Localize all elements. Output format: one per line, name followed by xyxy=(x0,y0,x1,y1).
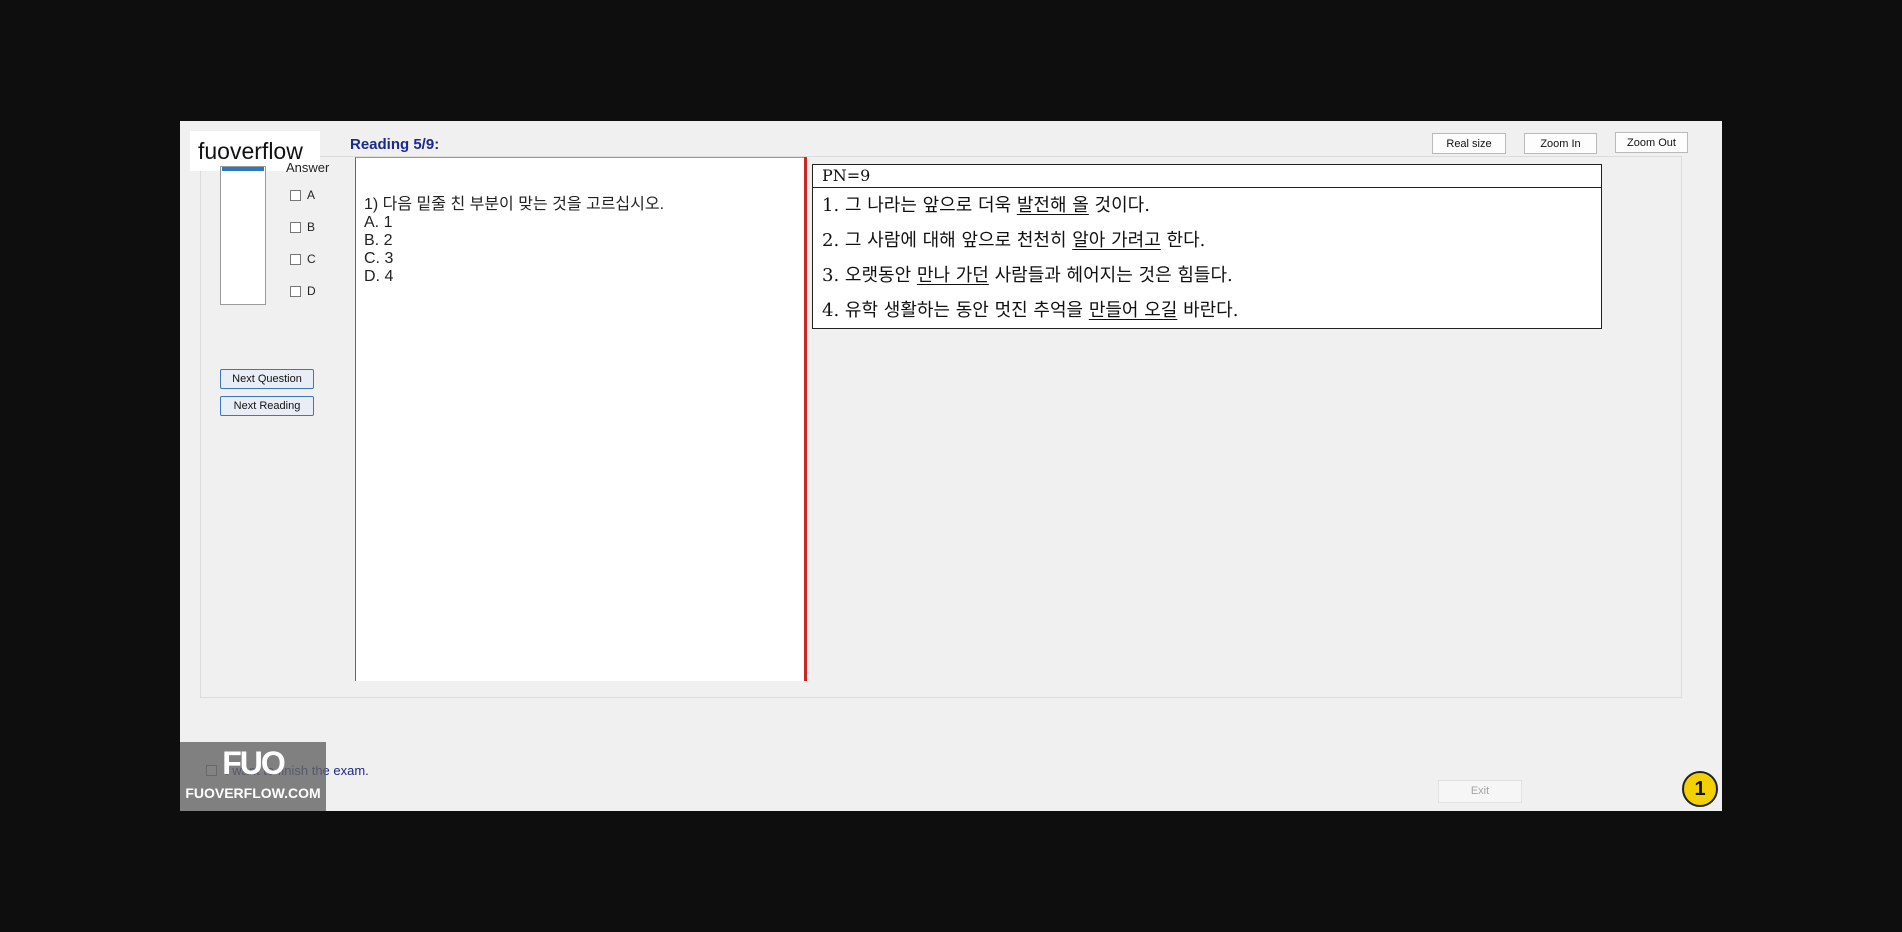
answer-listbox[interactable] xyxy=(220,166,266,305)
step-badge: 1 xyxy=(1682,771,1718,807)
line-text: 사람들과 헤어지는 것은 힘들다. xyxy=(988,265,1233,286)
line-number: 4. xyxy=(822,300,840,321)
passage-line: 1. 그 나라는 앞으로 더욱 발전해 올 것이다. xyxy=(813,188,1601,223)
option-d-label: D xyxy=(307,284,316,298)
option-c-label: C xyxy=(307,252,316,266)
watermark-logo: FUO FUOVERFLOW.COM xyxy=(180,742,326,811)
option-a-checkbox[interactable] xyxy=(290,189,301,201)
next-reading-button[interactable]: Next Reading xyxy=(220,396,314,416)
choice-a: A. 1 xyxy=(364,214,393,231)
reading-title: Reading 5/9: xyxy=(350,136,440,153)
line-number: 3. xyxy=(822,265,840,286)
passage-box: PN=9 1. 그 나라는 앞으로 더욱 발전해 올 것이다. 2. 그 사람에… xyxy=(812,164,1602,329)
option-a[interactable]: A xyxy=(290,188,315,202)
choice-c: C. 3 xyxy=(364,250,394,267)
line-text: 한다. xyxy=(1160,230,1206,251)
option-b-checkbox[interactable] xyxy=(290,221,301,233)
line-number: 2. xyxy=(822,230,840,251)
line-text: 것이다. xyxy=(1088,195,1150,216)
question-stem: 1) 다음 밑줄 친 부분이 맞는 것을 고르십시오. xyxy=(364,196,665,213)
question-text: 1) 다음 밑줄 친 부분이 맞는 것을 고르십시오. A. 1 B. 2 C.… xyxy=(364,196,664,286)
passage-line: 3. 오랫동안 만나 가던 사람들과 헤어지는 것은 힘들다. xyxy=(813,258,1601,293)
passage-line: 2. 그 사람에 대해 앞으로 천천히 알아 가려고 한다. xyxy=(813,223,1601,258)
line-text: 바란다. xyxy=(1177,300,1239,321)
underlined-phrase: 만들어 오길 xyxy=(1088,300,1178,321)
choice-b: B. 2 xyxy=(364,232,393,249)
option-d[interactable]: D xyxy=(290,284,316,298)
watermark-logo-bottom: FUOVERFLOW.COM xyxy=(185,785,321,801)
underlined-phrase: 발전해 올 xyxy=(1016,195,1089,216)
line-text: 유학 생활하는 동안 멋진 추억을 xyxy=(844,300,1089,321)
real-size-button[interactable]: Real size xyxy=(1432,133,1506,154)
option-b-label: B xyxy=(307,220,316,234)
underlined-phrase: 알아 가려고 xyxy=(1072,230,1161,251)
line-number: 1. xyxy=(822,195,840,216)
exam-window: fuoverflow Answer A B C D Next Question … xyxy=(180,121,1722,811)
exit-button[interactable]: Exit xyxy=(1438,780,1522,803)
line-text: 그 나라는 앞으로 더욱 xyxy=(844,195,1017,216)
question-panel: 1) 다음 밑줄 친 부분이 맞는 것을 고르십시오. A. 1 B. 2 C.… xyxy=(355,157,805,681)
line-text: 오랫동안 xyxy=(844,265,917,286)
watermark-logo-top: FUO xyxy=(222,745,286,781)
passage-number: PN=9 xyxy=(813,165,1601,188)
answer-selection-bar xyxy=(222,167,264,171)
passage-line: 4. 유학 생활하는 동안 멋진 추억을 만들어 오길 바란다. xyxy=(813,293,1601,328)
next-question-button[interactable]: Next Question xyxy=(220,369,314,389)
option-c-checkbox[interactable] xyxy=(290,253,301,265)
option-d-checkbox[interactable] xyxy=(290,285,301,297)
underlined-phrase: 만나 가던 xyxy=(916,265,989,286)
answer-label: Answer xyxy=(286,160,330,175)
zoom-in-button[interactable]: Zoom In xyxy=(1524,133,1597,154)
choice-d: D. 4 xyxy=(364,268,394,285)
reading-panel: PN=9 1. 그 나라는 앞으로 더욱 발전해 올 것이다. 2. 그 사람에… xyxy=(807,161,1607,681)
zoom-out-button[interactable]: Zoom Out xyxy=(1615,132,1688,153)
option-c[interactable]: C xyxy=(290,252,316,266)
option-a-label: A xyxy=(307,188,316,202)
line-text: 그 사람에 대해 앞으로 천천히 xyxy=(844,230,1073,251)
option-b[interactable]: B xyxy=(290,220,315,234)
